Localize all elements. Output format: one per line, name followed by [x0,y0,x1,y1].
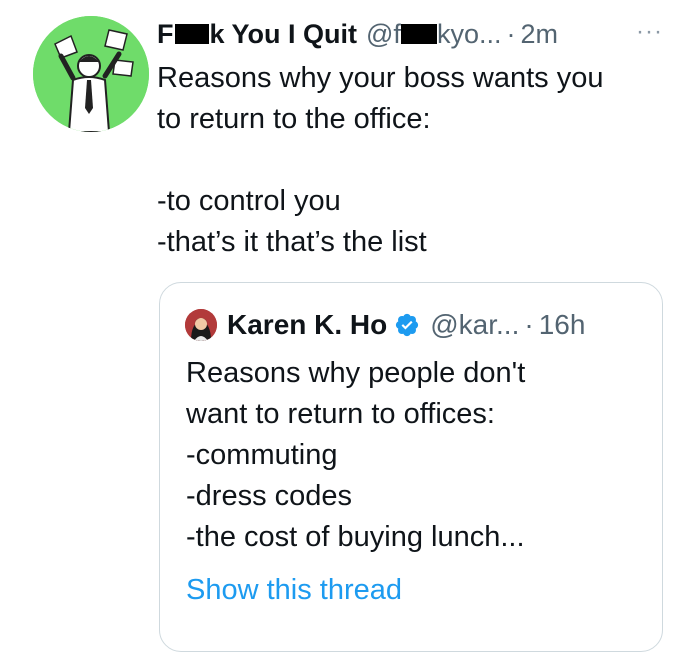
quote-text: Reasons why people don't want to return … [186,353,656,558]
separator-dot: · [524,309,534,340]
quote-tweet-card[interactable]: Karen K. Ho @kar... · 16h Reasons why pe… [159,282,663,652]
quote-text-line: -the cost of buying lunch... [186,521,525,553]
author-handle-start: @f [366,18,401,49]
author-name-start: F [157,18,174,49]
karen-ho-avatar-icon [185,309,217,341]
man-throwing-papers-icon [33,16,149,132]
tweet[interactable]: F k You I Quit @f kyo... · 2m ··· Reason… [0,0,700,652]
redaction-bar [400,24,437,44]
author-name[interactable]: F k You I Quit [157,19,357,50]
author-avatar[interactable] [33,16,149,132]
tweet-header: F k You I Quit @f kyo... · 2m [157,14,558,54]
quote-author-name[interactable]: Karen K. Ho [227,309,387,341]
tweet-timestamp[interactable]: 2m [520,19,558,50]
redaction-bar [174,24,209,44]
separator-dot: · [506,18,516,49]
tweet-text-line: -that’s it that’s the list [157,226,427,258]
author-name-end: k You I Quit [209,18,358,49]
quote-text-line: -commuting [186,439,338,471]
quote-text-line: -dress codes [186,480,353,512]
tweet-text: Reasons why your boss wants you to retur… [157,58,677,263]
more-options-icon[interactable]: ··· [636,18,663,46]
author-handle-end: kyo... [436,18,502,49]
tweet-text-line: Reasons why your boss wants you [157,62,604,94]
tweet-text-line: -to control you [157,185,341,217]
quote-author-handle[interactable]: @kar... [430,309,519,341]
quote-text-line: want to return to offices: [186,398,495,430]
tweet-text-line: to return to the office: [157,103,431,135]
quote-text-line: Reasons why people don't [186,357,526,389]
quote-timestamp[interactable]: 16h [539,309,586,341]
verified-badge-icon [396,313,419,337]
tweet-text-line [157,140,677,181]
quote-author-avatar[interactable] [185,309,217,341]
show-this-thread-link[interactable]: Show this thread [186,574,402,607]
quote-header: Karen K. Ho @kar... · 16h [185,309,585,341]
author-handle[interactable]: @f kyo... [366,19,501,50]
